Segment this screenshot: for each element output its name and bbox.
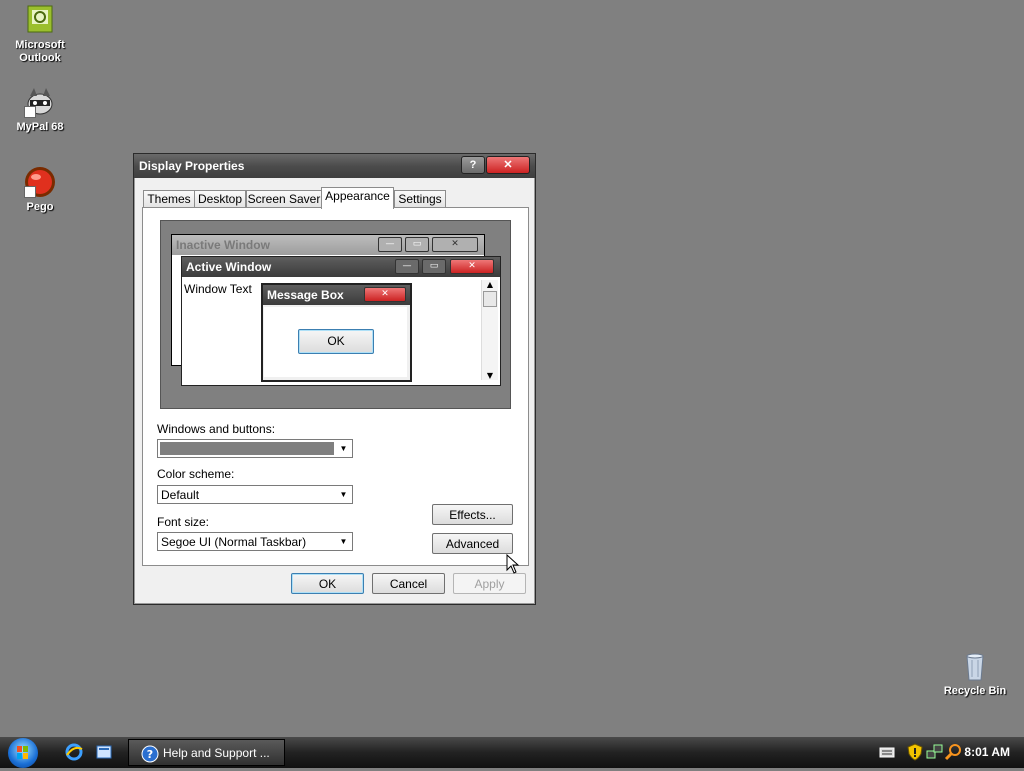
ok-button[interactable]: OK bbox=[291, 573, 364, 594]
taskbar-item-label: Help and Support ... bbox=[163, 746, 270, 760]
windows-buttons-select[interactable]: ▼ bbox=[157, 439, 353, 458]
tab-desktop[interactable]: Desktop bbox=[194, 190, 246, 208]
dialog-title: Display Properties bbox=[139, 159, 245, 173]
tab-themes[interactable]: Themes bbox=[143, 190, 195, 208]
raccoon-icon bbox=[24, 86, 56, 118]
tab-screen-saver[interactable]: Screen Saver bbox=[246, 190, 322, 208]
help-icon: ? bbox=[469, 159, 477, 171]
color-scheme-label: Color scheme: bbox=[157, 467, 235, 481]
close-icon: ✕ bbox=[432, 237, 478, 252]
desktop-icon-label: Outlook bbox=[19, 52, 61, 64]
appearance-preview: Inactive Window — ▭ ✕ Active Window — ▭ … bbox=[160, 220, 511, 409]
maximize-icon: ▭ bbox=[405, 237, 429, 252]
chevron-down-icon: ▼ bbox=[339, 490, 348, 499]
preview-message-box: Message Box ✕ OK bbox=[261, 283, 412, 382]
pego-icon bbox=[24, 166, 56, 198]
preview-window-text: Window Text bbox=[184, 282, 252, 296]
apply-button[interactable]: Apply bbox=[453, 573, 526, 594]
windows-logo-icon bbox=[17, 746, 28, 759]
font-size-label: Font size: bbox=[157, 515, 210, 529]
outlook-icon bbox=[24, 4, 56, 36]
close-icon: ✕ bbox=[364, 287, 406, 302]
desktop-icon-recycle-bin[interactable]: Recycle Bin bbox=[935, 650, 1015, 698]
taskbar-item-help-and-support[interactable]: ? Help and Support ... bbox=[128, 739, 285, 766]
mouse-cursor-icon bbox=[506, 554, 520, 574]
desktop-icon-label: Microsoft bbox=[15, 39, 65, 51]
show-desktop-icon[interactable] bbox=[95, 743, 113, 761]
minimize-icon: — bbox=[395, 259, 419, 274]
recycle-bin-icon bbox=[959, 650, 991, 682]
scroll-down-icon: ▼ bbox=[486, 371, 494, 380]
security-shield-icon[interactable] bbox=[906, 743, 924, 761]
system-tray: 8:01 AM bbox=[854, 737, 1024, 768]
preview-scrollbar: ▲ ▼ bbox=[481, 280, 498, 380]
clock[interactable]: 8:01 AM bbox=[964, 737, 1010, 768]
network-icon[interactable] bbox=[926, 743, 944, 761]
scroll-up-icon: ▲ bbox=[486, 280, 494, 289]
start-button[interactable] bbox=[8, 738, 38, 768]
close-icon: ✕ bbox=[450, 259, 494, 274]
close-button[interactable]: ✕ bbox=[486, 156, 530, 174]
font-size-value: Segoe UI (Normal Taskbar) bbox=[161, 535, 307, 549]
cancel-button[interactable]: Cancel bbox=[372, 573, 445, 594]
color-scheme-value: Default bbox=[161, 488, 200, 502]
dialog-titlebar[interactable]: Display Properties ? ✕ bbox=[134, 154, 535, 178]
advanced-button[interactable]: Advanced bbox=[432, 533, 513, 554]
color-scheme-select[interactable]: Default ▼ bbox=[157, 485, 353, 504]
maximize-icon: ▭ bbox=[422, 259, 446, 274]
shortcut-arrow-icon bbox=[24, 186, 36, 198]
desktop-icon-label: Recycle Bin bbox=[943, 685, 1007, 697]
help-icon: ? bbox=[141, 745, 159, 763]
windows-buttons-value bbox=[160, 442, 334, 455]
scroll-thumb bbox=[483, 291, 497, 307]
help-button[interactable]: ? bbox=[461, 156, 485, 174]
preview-ok-button: OK bbox=[298, 329, 374, 354]
svg-text:?: ? bbox=[147, 748, 153, 761]
desktop-icon-outlook[interactable]: Microsoft Outlook bbox=[0, 4, 80, 65]
shortcut-arrow-icon bbox=[24, 106, 36, 118]
close-icon: ✕ bbox=[503, 159, 513, 171]
desktop-icon-mypal[interactable]: MyPal 68 bbox=[0, 86, 80, 134]
desktop-icon-pego[interactable]: Pego bbox=[0, 166, 80, 214]
internet-explorer-icon[interactable] bbox=[65, 743, 83, 761]
effects-button[interactable]: Effects... bbox=[432, 504, 513, 525]
minimize-icon: — bbox=[378, 237, 402, 252]
desktop-icon-label: Pego bbox=[26, 201, 54, 213]
taskbar: ? Help and Support ... 8:01 AM bbox=[0, 737, 1024, 768]
windows-buttons-label: Windows and buttons: bbox=[157, 422, 276, 436]
search-icon[interactable] bbox=[944, 743, 962, 761]
chevron-down-icon: ▼ bbox=[339, 444, 348, 453]
appearance-panel: Inactive Window — ▭ ✕ Active Window — ▭ … bbox=[142, 207, 529, 566]
chevron-down-icon: ▼ bbox=[339, 537, 348, 546]
font-size-select[interactable]: Segoe UI (Normal Taskbar) ▼ bbox=[157, 532, 353, 551]
tab-appearance[interactable]: Appearance bbox=[321, 187, 394, 209]
tab-settings[interactable]: Settings bbox=[394, 190, 446, 208]
display-properties-dialog: Display Properties ? ✕ Themes Desktop Sc… bbox=[133, 153, 536, 605]
desktop-icon-label: MyPal 68 bbox=[16, 121, 64, 133]
keyboard-icon[interactable] bbox=[878, 743, 896, 761]
